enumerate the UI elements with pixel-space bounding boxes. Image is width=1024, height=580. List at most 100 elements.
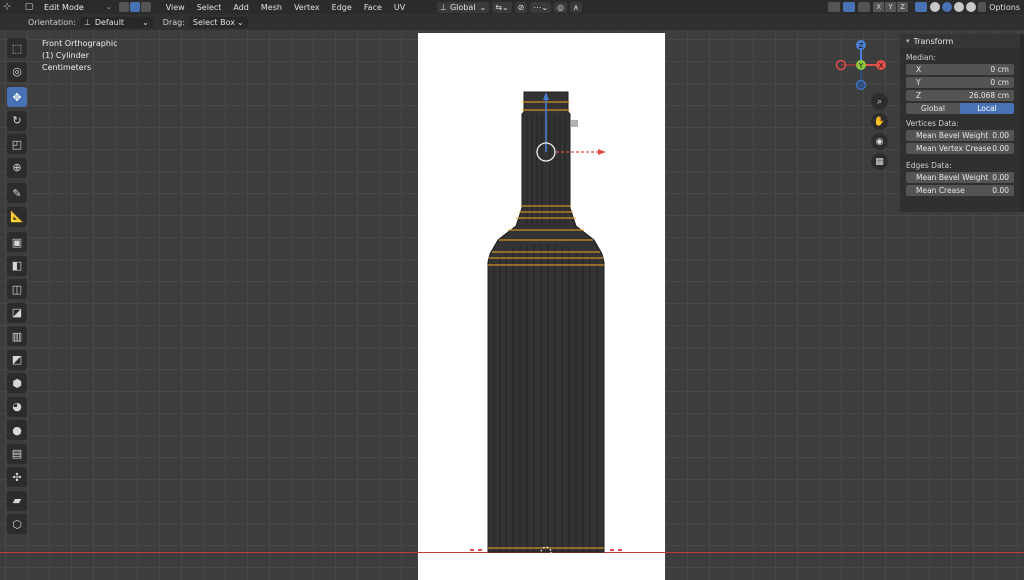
rendered-shading-icon[interactable] [966, 2, 977, 12]
gizmo-x-label: X [879, 62, 884, 70]
extrude-tool-icon[interactable]: ◧ [7, 255, 27, 276]
add-cube-tool-icon[interactable]: ▣ [7, 232, 27, 252]
solid-shading-icon[interactable] [942, 2, 953, 12]
menu-view[interactable]: View [166, 3, 185, 12]
proportional-edit-toggle[interactable]: ◎ [554, 1, 567, 13]
median-y-value: 0 cm [990, 78, 1009, 87]
overlay-icon[interactable] [858, 2, 871, 12]
move-tool-icon[interactable]: ✥ [7, 87, 27, 107]
collapse-triangle-icon: ▾ [906, 37, 910, 45]
wireframe-shading-icon[interactable] [930, 2, 941, 12]
chevron-down-icon: ⌄ [236, 17, 244, 27]
select-box-tool-icon[interactable]: ⬚ [7, 38, 27, 58]
edges-data-label: Edges Data: [906, 161, 952, 170]
measure-tool-icon[interactable]: 📐 [7, 206, 27, 227]
sidebar-tabs[interactable] [1020, 34, 1024, 212]
loop-cut-tool-icon[interactable]: ▥ [7, 326, 27, 346]
menu-add[interactable]: Add [233, 3, 249, 12]
navigation-gizmo[interactable]: Z X Y [833, 36, 891, 94]
spin-tool-icon[interactable]: ◕ [7, 396, 27, 417]
header-menu: View Select Add Mesh Vertex Edge Face UV [166, 3, 418, 12]
grid-icon[interactable]: ▦ [871, 153, 888, 170]
knife-tool-icon[interactable]: ◩ [7, 349, 27, 370]
rotate-tool-icon[interactable]: ↻ [7, 110, 27, 131]
vertex-crease-field[interactable]: Mean Vertex Crease 0.00 [906, 143, 1014, 154]
chevron-down-icon: ⌄ [479, 2, 487, 12]
material-shading-icon[interactable] [954, 2, 965, 12]
xray-toggle-icon[interactable] [915, 2, 928, 12]
mode-dropdown[interactable]: Edit Mode ⌄ [40, 1, 116, 13]
gizmo-toggle-icon[interactable] [843, 2, 856, 12]
pivot-point-button[interactable]: ⇆⌄ [492, 1, 512, 13]
transform-panel-title: Transform [913, 36, 954, 46]
menu-vertex[interactable]: Vertex [294, 3, 320, 12]
median-x-label: X [916, 65, 922, 74]
pan-hand-icon[interactable]: ✋ [871, 113, 888, 130]
gizmo-z-label: Z [859, 42, 864, 50]
menu-edge[interactable]: Edge [332, 3, 352, 12]
smooth-tool-icon[interactable]: ● [7, 420, 27, 440]
vertex-select-icon[interactable] [118, 2, 129, 12]
menu-uv[interactable]: UV [394, 3, 405, 12]
inset-tool-icon[interactable]: ◫ [7, 279, 27, 299]
median-z-value: 26.068 cm [968, 91, 1009, 100]
mirror-axes: X Y Z [873, 2, 909, 12]
edge-slide-tool-icon[interactable]: ▤ [7, 443, 27, 464]
vertex-bevel-weight-field[interactable]: Mean Bevel Weight 0.00 [906, 130, 1014, 141]
cursor-tool-icon[interactable]: ◎ [7, 61, 27, 82]
mode-label: Edit Mode [44, 2, 84, 12]
transform-orientation-dropdown[interactable]: ⊥ Global ⌄ [437, 1, 490, 13]
object-mode-icon: ▢ [24, 2, 34, 12]
median-x-field[interactable]: X 0 cm [906, 64, 1014, 75]
shear-tool-icon[interactable]: ▰ [7, 490, 27, 511]
edge-crease-label: Mean Crease [916, 186, 965, 195]
global-toggle-button[interactable]: Global [906, 103, 960, 114]
edge-crease-value: 0.00 [992, 186, 1009, 195]
median-z-field[interactable]: Z 26.068 cm [906, 90, 1014, 101]
unit-system: Centimeters [42, 63, 92, 72]
editor-type-icon[interactable]: ⊹ [0, 1, 14, 13]
snap-target-dropdown[interactable]: ⋯⌄ [530, 1, 552, 13]
view-name: Front Orthographic [42, 39, 118, 48]
local-toggle-button[interactable]: Local [960, 103, 1014, 114]
tool-header: Orientation: ⊥ Default ⌄ Drag: Select Bo… [0, 14, 1024, 30]
shading-options-icon[interactable] [978, 2, 987, 12]
transform-panel: ▾ Transform Median: X 0 cm Y 0 cm Z 26.0… [900, 34, 1020, 212]
zoom-icon[interactable]: ⌕ [871, 93, 888, 110]
object-name: (1) Cylinder [42, 51, 89, 60]
transform-space-label: Global [449, 2, 476, 12]
mirror-z-toggle[interactable]: Z [897, 2, 909, 12]
menu-select[interactable]: Select [197, 3, 222, 12]
menu-face[interactable]: Face [364, 3, 382, 12]
vertex-bevel-weight-label: Mean Bevel Weight [916, 131, 989, 140]
shrink-fatten-tool-icon[interactable]: ✣ [7, 467, 27, 487]
median-y-field[interactable]: Y 0 cm [906, 77, 1014, 88]
rip-region-tool-icon[interactable]: ⬡ [7, 514, 27, 534]
poly-build-tool-icon[interactable]: ⬢ [7, 373, 27, 393]
annotate-tool-icon[interactable]: ✎ [7, 183, 27, 203]
face-select-icon[interactable] [140, 2, 151, 12]
mirror-x-toggle[interactable]: X [873, 2, 885, 12]
edge-bevel-weight-value: 0.00 [992, 173, 1009, 182]
snap-toggle[interactable]: ⊘ [514, 1, 528, 13]
drag-dropdown[interactable]: Select Box ⌄ [188, 16, 248, 28]
mirror-y-toggle[interactable]: Y [885, 2, 897, 12]
edge-crease-field[interactable]: Mean Crease 0.00 [906, 185, 1014, 196]
orientation-axes-icon: ⊥ [440, 2, 447, 12]
transform-panel-header[interactable]: ▾ Transform [900, 34, 1020, 48]
camera-icon[interactable]: ◉ [871, 133, 888, 150]
orientation-value: Default [94, 17, 125, 27]
options-dropdown[interactable]: Options [989, 3, 1020, 12]
header-right-tools: X Y Z Options [828, 0, 1024, 14]
menu-mesh[interactable]: Mesh [261, 3, 282, 12]
edge-bevel-weight-field[interactable]: Mean Bevel Weight 0.00 [906, 172, 1014, 183]
edge-bevel-weight-label: Mean Bevel Weight [916, 173, 989, 182]
visibility-icon[interactable] [828, 2, 841, 12]
orientation-dropdown[interactable]: ⊥ Default ⌄ [79, 16, 153, 28]
bevel-tool-icon[interactable]: ◪ [7, 302, 27, 323]
falloff-icon[interactable]: ∧ [570, 1, 582, 13]
vertex-bevel-weight-value: 0.00 [992, 131, 1009, 140]
transform-tool-icon[interactable]: ⊕ [7, 157, 27, 178]
edge-select-icon[interactable] [129, 2, 140, 12]
scale-tool-icon[interactable]: ◰ [7, 134, 27, 154]
